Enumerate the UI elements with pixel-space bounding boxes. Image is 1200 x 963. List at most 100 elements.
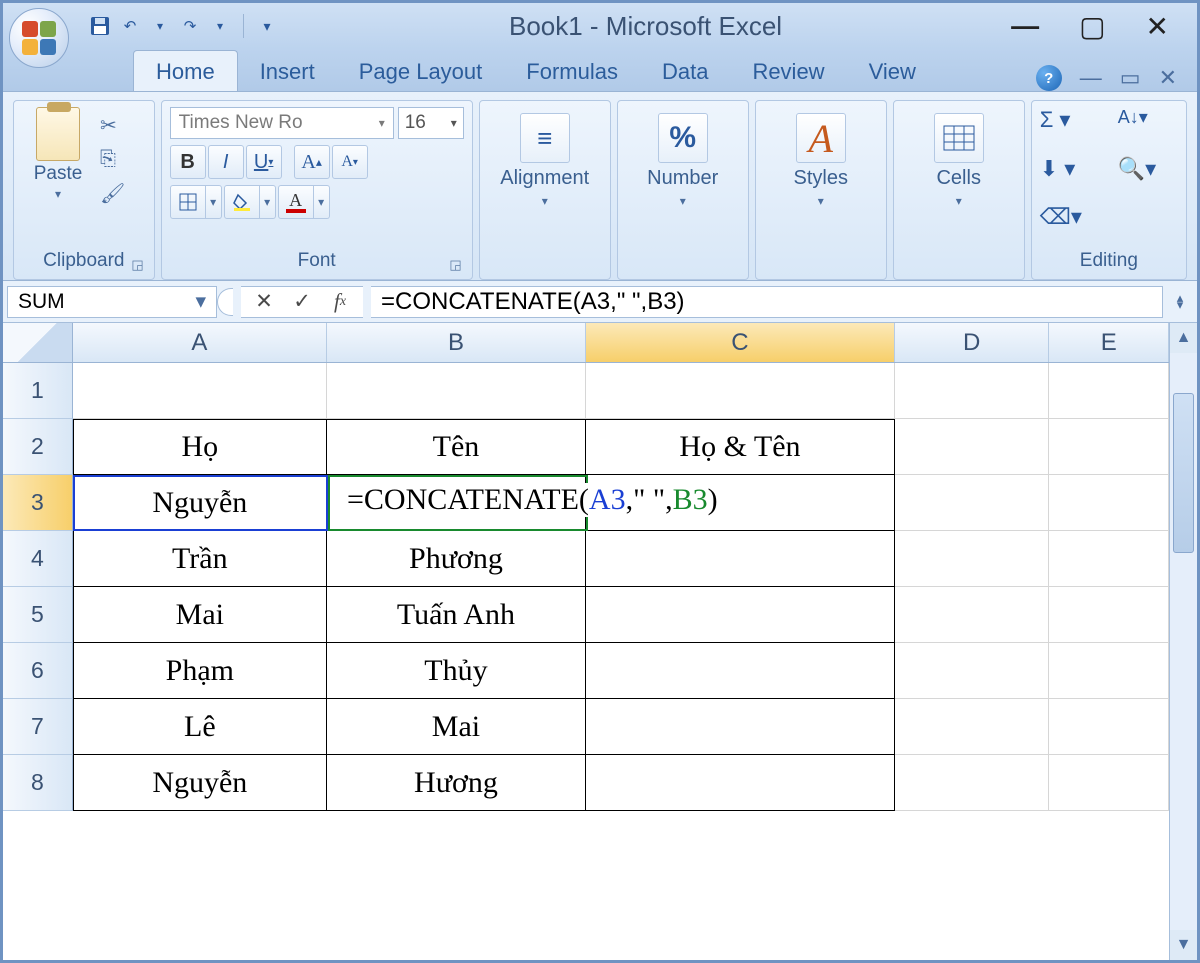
cell-D2[interactable] bbox=[895, 419, 1049, 475]
scroll-track[interactable] bbox=[1170, 353, 1197, 930]
ribbon-restore-icon[interactable]: ▭ bbox=[1120, 65, 1141, 91]
close-button[interactable]: ✕ bbox=[1146, 10, 1169, 43]
cell-B7[interactable]: Mai bbox=[327, 699, 586, 755]
clear-icon[interactable]: ⌫▾ bbox=[1040, 204, 1104, 230]
cell-B4[interactable]: Phương bbox=[327, 531, 586, 587]
font-size-combo[interactable]: 16▾ bbox=[398, 107, 464, 139]
col-header-D[interactable]: D bbox=[895, 323, 1049, 362]
tab-review[interactable]: Review bbox=[730, 51, 846, 91]
border-button[interactable]: ▾ bbox=[170, 185, 222, 219]
row-header-6[interactable]: 6 bbox=[3, 643, 73, 699]
cell-D8[interactable] bbox=[895, 755, 1049, 811]
paste-caret-icon[interactable]: ▾ bbox=[55, 187, 61, 201]
alignment-button[interactable]: ≡Alignment▾ bbox=[490, 107, 600, 208]
styles-button[interactable]: AStyles▾ bbox=[766, 107, 876, 208]
cell-C5[interactable] bbox=[586, 587, 895, 643]
redo-icon[interactable]: ↷ bbox=[177, 13, 203, 39]
cell-B1[interactable] bbox=[327, 363, 586, 419]
row-header-3[interactable]: 3 bbox=[3, 475, 73, 531]
vertical-scrollbar[interactable]: ▲ ▼ bbox=[1169, 323, 1197, 960]
name-box-caret-icon[interactable]: ▾ bbox=[187, 289, 206, 314]
cell-D3[interactable] bbox=[895, 475, 1049, 531]
cell-E5[interactable] bbox=[1049, 587, 1169, 643]
row-header-7[interactable]: 7 bbox=[3, 699, 73, 755]
cell-B2[interactable]: Tên bbox=[327, 419, 586, 475]
font-name-combo[interactable]: Times New Ro▾ bbox=[170, 107, 394, 139]
cell-D4[interactable] bbox=[895, 531, 1049, 587]
sort-icon[interactable]: A↓▾ bbox=[1118, 107, 1178, 128]
font-dialog-icon[interactable]: ◲ bbox=[449, 257, 461, 273]
maximize-button[interactable]: ▢ bbox=[1079, 10, 1105, 43]
cut-icon[interactable]: ✂ bbox=[100, 113, 125, 138]
cell-B6[interactable]: Thủy bbox=[327, 643, 586, 699]
cell-A7[interactable]: Lê bbox=[73, 699, 327, 755]
cancel-formula-button[interactable]: ✕ bbox=[247, 288, 281, 316]
cell-C6[interactable] bbox=[586, 643, 895, 699]
name-box[interactable]: SUM ▾ bbox=[7, 286, 217, 318]
formula-input[interactable]: =CONCATENATE(A3," ",B3) bbox=[371, 286, 1163, 318]
cells-button[interactable]: Cells▾ bbox=[904, 107, 1014, 208]
cell-E3[interactable] bbox=[1049, 475, 1169, 531]
redo-caret-icon[interactable]: ▾ bbox=[207, 13, 233, 39]
cell-A4[interactable]: Trần bbox=[73, 531, 327, 587]
number-button[interactable]: %Number▾ bbox=[628, 107, 738, 208]
cell-D7[interactable] bbox=[895, 699, 1049, 755]
qat-customize-icon[interactable]: ▾ bbox=[254, 13, 280, 39]
col-header-E[interactable]: E bbox=[1049, 323, 1169, 362]
cell-A1[interactable] bbox=[73, 363, 327, 419]
select-all-corner[interactable] bbox=[3, 323, 73, 362]
scroll-down-icon[interactable]: ▼ bbox=[1176, 930, 1192, 960]
fill-icon[interactable]: ⬇ ▾ bbox=[1040, 156, 1104, 182]
undo-caret-icon[interactable]: ▾ bbox=[147, 13, 173, 39]
decrease-font-button[interactable]: A▾ bbox=[332, 145, 368, 179]
cell-B8[interactable]: Hương bbox=[327, 755, 586, 811]
cell-C7[interactable] bbox=[586, 699, 895, 755]
format-painter-icon[interactable]: 🖌 bbox=[100, 181, 125, 206]
formula-bar-expand-button[interactable]: ▴▾ bbox=[1167, 286, 1193, 318]
font-color-button[interactable]: A ▾ bbox=[278, 185, 330, 219]
cell-B5[interactable]: Tuấn Anh bbox=[327, 587, 586, 643]
cell-E1[interactable] bbox=[1049, 363, 1169, 419]
cell-editing-overlay[interactable]: =CONCATENATE(A3," ",B3) bbox=[343, 483, 722, 517]
cell-E7[interactable] bbox=[1049, 699, 1169, 755]
find-icon[interactable]: 🔍▾ bbox=[1118, 156, 1178, 182]
cell-C8[interactable] bbox=[586, 755, 895, 811]
cell-E2[interactable] bbox=[1049, 419, 1169, 475]
col-header-B[interactable]: B bbox=[327, 323, 586, 362]
tab-insert[interactable]: Insert bbox=[238, 51, 337, 91]
tab-formulas[interactable]: Formulas bbox=[504, 51, 640, 91]
fx-button[interactable]: fx bbox=[323, 288, 357, 316]
cell-A5[interactable]: Mai bbox=[73, 587, 327, 643]
autosum-icon[interactable]: Σ ▾ bbox=[1040, 107, 1104, 133]
clipboard-dialog-icon[interactable]: ◲ bbox=[131, 257, 143, 273]
paste-button[interactable]: Paste ▾ bbox=[22, 107, 94, 201]
cell-E6[interactable] bbox=[1049, 643, 1169, 699]
cell-C2[interactable]: Họ & Tên bbox=[586, 419, 895, 475]
tab-home[interactable]: Home bbox=[133, 50, 238, 91]
col-header-A[interactable]: A bbox=[73, 323, 327, 362]
cell-A8[interactable]: Nguyễn bbox=[73, 755, 327, 811]
cell-C1[interactable] bbox=[586, 363, 895, 419]
row-header-1[interactable]: 1 bbox=[3, 363, 73, 419]
cell-C4[interactable] bbox=[586, 531, 895, 587]
scroll-up-icon[interactable]: ▲ bbox=[1176, 323, 1192, 353]
underline-button[interactable]: U▾ bbox=[246, 145, 282, 179]
italic-button[interactable]: I bbox=[208, 145, 244, 179]
copy-icon[interactable]: ⎘ bbox=[100, 148, 125, 171]
cell-E4[interactable] bbox=[1049, 531, 1169, 587]
tab-page-layout[interactable]: Page Layout bbox=[337, 51, 505, 91]
row-header-8[interactable]: 8 bbox=[3, 755, 73, 811]
scroll-thumb[interactable] bbox=[1173, 393, 1194, 553]
cell-D1[interactable] bbox=[895, 363, 1049, 419]
enter-formula-button[interactable]: ✓ bbox=[285, 288, 319, 316]
row-header-5[interactable]: 5 bbox=[3, 587, 73, 643]
cell-D5[interactable] bbox=[895, 587, 1049, 643]
cell-E8[interactable] bbox=[1049, 755, 1169, 811]
tab-view[interactable]: View bbox=[847, 51, 938, 91]
ribbon-minimize-icon[interactable]: — bbox=[1080, 65, 1102, 91]
help-icon[interactable]: ? bbox=[1036, 65, 1062, 91]
row-header-2[interactable]: 2 bbox=[3, 419, 73, 475]
tab-data[interactable]: Data bbox=[640, 51, 730, 91]
ribbon-close-icon[interactable]: ✕ bbox=[1159, 65, 1177, 91]
cell-A6[interactable]: Phạm bbox=[73, 643, 327, 699]
